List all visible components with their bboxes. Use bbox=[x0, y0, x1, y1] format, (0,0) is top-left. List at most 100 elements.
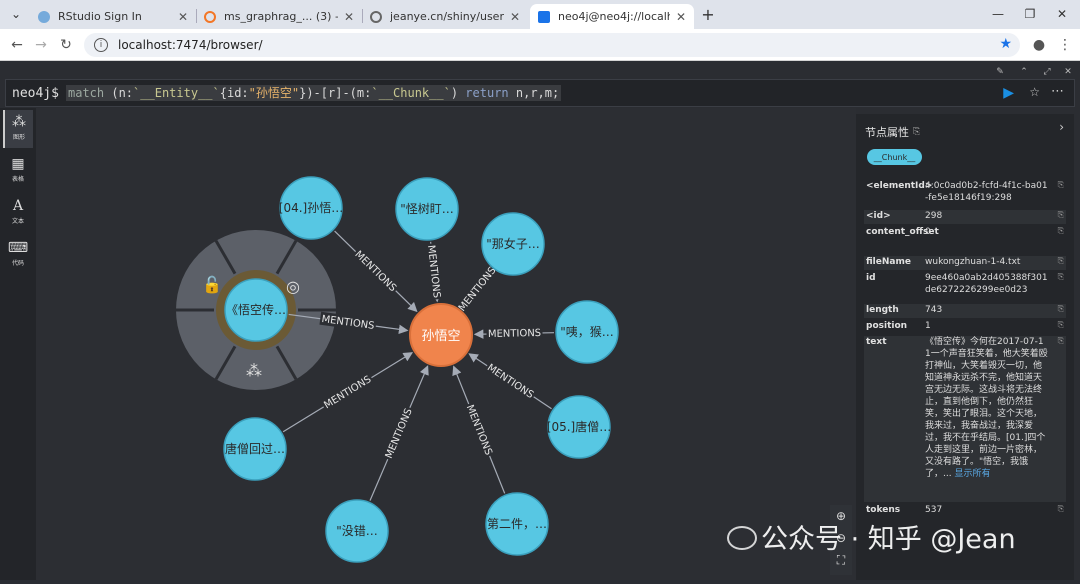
close-frame-icon[interactable]: ✕ bbox=[1061, 67, 1075, 77]
rstudio-favicon-icon bbox=[38, 10, 50, 23]
node-caption: 唐僧回过… bbox=[225, 441, 285, 456]
tab-label: ms_graphrag_... (3) - Jupyter bbox=[224, 10, 338, 23]
wechat-icon bbox=[727, 525, 757, 550]
relationship-label: MENTIONS bbox=[352, 249, 398, 294]
property-row: id 9ee460a0ab2d405388f301de6272226299ee0d… bbox=[864, 272, 1066, 300]
tab-label: neo4j@neo4j://localhost:768 bbox=[558, 10, 670, 23]
query-token: "孙悟空" bbox=[248, 86, 300, 100]
query-token: n,r,m; bbox=[515, 86, 560, 100]
query-text[interactable]: match (n:`__Entity__`{id:"孙悟空"})-[r]-(m:… bbox=[66, 85, 562, 101]
watermark-text: 公众号 · 知乎 @Jean bbox=[761, 524, 1016, 555]
property-row: position 1 ⎘ bbox=[864, 320, 1066, 334]
site-info-icon[interactable]: i bbox=[94, 38, 108, 52]
property-key: text bbox=[866, 337, 887, 347]
copy-icon[interactable]: ⎘ bbox=[1058, 320, 1064, 330]
code-icon: ⌨ bbox=[7, 240, 29, 256]
table-icon: ▦ bbox=[11, 156, 25, 172]
browser-tab-strip: ⌄ RStudio Sign In ✕ ms_graphrag_... (3) … bbox=[0, 0, 1080, 29]
property-row: content_offset 0 ⎘ bbox=[864, 226, 1066, 252]
browser-tab-shiny[interactable]: jeanye.cn/shiny/users/jean/g ✕ bbox=[362, 4, 528, 29]
maximize-button[interactable]: ❐ bbox=[1018, 4, 1042, 24]
fullscreen-icon[interactable]: ⤢ bbox=[1040, 67, 1054, 77]
copy-icon[interactable]: ⎘ bbox=[1058, 336, 1064, 346]
more-icon[interactable]: ⋯ bbox=[1051, 84, 1064, 99]
sidebar-item-table[interactable]: ▦ 表格 bbox=[3, 152, 33, 190]
hide-node-icon[interactable]: ◎ bbox=[286, 277, 300, 296]
graph-canvas[interactable]: 🔓 ◎ ⁂ MENTIONS MENTIONS MENTIONS MENTIONS MENT… bbox=[36, 108, 856, 580]
collapse-panel-icon[interactable]: › bbox=[1059, 120, 1064, 134]
panel-title: 节点属性 ⎘ bbox=[865, 124, 920, 140]
copy-icon[interactable]: ⎘ bbox=[1058, 180, 1064, 190]
copy-icon[interactable]: ⎘ bbox=[1058, 256, 1064, 266]
bookmark-star-icon[interactable]: ★ bbox=[999, 36, 1012, 52]
relationship-label: MENTIONS bbox=[425, 245, 442, 299]
copy-icon[interactable]: ⎘ bbox=[1058, 226, 1064, 236]
new-tab-button[interactable]: + bbox=[696, 4, 720, 24]
neo4j-favicon-icon bbox=[538, 10, 550, 23]
property-value: 537 bbox=[925, 505, 943, 515]
browser-tab-rstudio[interactable]: RStudio Sign In ✕ bbox=[30, 4, 196, 29]
property-key: <id> bbox=[866, 211, 891, 221]
property-value: 《悟空传》今何在2017-07-11一个声音狂笑着，他大笑着殴打神仙，大笑着毁灭… bbox=[925, 337, 1048, 479]
browser-menu-icon[interactable]: ⋮ bbox=[1054, 35, 1076, 55]
expand-node-icon[interactable]: ⁂ bbox=[246, 361, 262, 380]
tab-search-button[interactable]: ⌄ bbox=[4, 4, 28, 24]
node-caption: 《悟空传… bbox=[226, 302, 286, 317]
pin-icon[interactable]: ✎ bbox=[993, 67, 1007, 77]
sidebar-item-label: 图形 bbox=[12, 134, 25, 141]
property-value: 4:0c0ad0b2-fcfd-4f1c-ba01-fe5e18146f19:2… bbox=[925, 181, 1048, 203]
show-all-link[interactable]: 显示所有 bbox=[952, 469, 990, 479]
node-caption: [04.]孙悟… bbox=[279, 200, 343, 215]
close-window-button[interactable]: ✕ bbox=[1050, 4, 1074, 24]
copy-icon[interactable]: ⎘ bbox=[1058, 272, 1064, 282]
forward-arrow-icon[interactable]: → bbox=[30, 35, 52, 55]
close-tab-icon[interactable]: ✕ bbox=[676, 10, 686, 24]
close-tab-icon[interactable]: ✕ bbox=[178, 10, 188, 24]
node-caption: [05.]唐僧… bbox=[547, 419, 611, 434]
copy-icon[interactable]: ⎘ bbox=[913, 127, 920, 137]
sidebar-item-label: 表格 bbox=[11, 176, 24, 183]
url-field[interactable]: i localhost:7474/browser/ ★ bbox=[84, 33, 1020, 57]
property-row: fileName wukongzhuan-1-4.txt ⎘ bbox=[864, 256, 1066, 270]
node-label-chip[interactable]: __Chunk__ bbox=[867, 149, 922, 165]
sidebar-item-text[interactable]: A 文本 bbox=[3, 194, 33, 232]
panel-title-text: 节点属性 bbox=[865, 126, 909, 139]
property-row: <id> 298 ⎘ bbox=[864, 210, 1066, 224]
copy-icon[interactable]: ⎘ bbox=[1058, 210, 1064, 220]
unlock-icon[interactable]: 🔓 bbox=[202, 275, 222, 294]
node-caption: "那女子… bbox=[486, 236, 540, 251]
query-token: ) bbox=[450, 86, 466, 100]
property-key: tokens bbox=[866, 505, 901, 515]
copy-icon[interactable]: ⎘ bbox=[1058, 504, 1064, 514]
run-query-icon[interactable]: ▶ bbox=[1003, 85, 1014, 101]
reload-icon[interactable]: ↻ bbox=[55, 35, 77, 55]
close-tab-icon[interactable]: ✕ bbox=[344, 10, 354, 24]
profile-icon[interactable]: ● bbox=[1028, 35, 1050, 55]
favorite-star-icon[interactable]: ☆ bbox=[1029, 85, 1040, 99]
editor-prompt: neo4j$ bbox=[12, 85, 59, 101]
property-key: position bbox=[866, 321, 908, 331]
collapse-icon[interactable]: ⌃ bbox=[1017, 67, 1031, 77]
query-editor[interactable]: neo4j$ match (n:`__Entity__`{id:"孙悟空"})-… bbox=[5, 79, 1075, 107]
property-value: 0 bbox=[925, 227, 931, 237]
query-token: {id: bbox=[219, 86, 249, 100]
browser-tab-jupyter[interactable]: ms_graphrag_... (3) - Jupyter ✕ bbox=[196, 4, 362, 29]
relationship-label: MENTIONS bbox=[322, 374, 373, 411]
browser-tab-neo4j[interactable]: neo4j@neo4j://localhost:768 ✕ bbox=[530, 4, 694, 29]
close-tab-icon[interactable]: ✕ bbox=[510, 10, 520, 24]
copy-icon[interactable]: ⎘ bbox=[1058, 304, 1064, 314]
sidebar-item-label: 文本 bbox=[11, 218, 24, 225]
sidebar-item-code[interactable]: ⌨ 代码 bbox=[3, 236, 33, 274]
graph-svg[interactable]: 🔓 ◎ ⁂ MENTIONS MENTIONS MENTIONS MENTIONS MENT… bbox=[36, 108, 856, 580]
property-value: 298 bbox=[925, 211, 943, 221]
minimize-button[interactable]: — bbox=[986, 4, 1010, 24]
query-token: })-[r]-(m: bbox=[299, 86, 372, 100]
back-arrow-icon[interactable]: ← bbox=[6, 35, 28, 55]
property-key: <elementId> bbox=[866, 181, 933, 191]
node-properties-panel: 节点属性 ⎘ › __Chunk__ <elementId> 4:0c0ad0b2… bbox=[856, 114, 1074, 580]
query-token: `__Entity__` bbox=[133, 86, 220, 100]
relationship-label: MENTIONS bbox=[457, 265, 499, 314]
graph-icon: ⁂ bbox=[12, 114, 26, 130]
sidebar-item-graph[interactable]: ⁂ 图形 bbox=[3, 110, 33, 148]
property-key: length bbox=[866, 305, 899, 315]
